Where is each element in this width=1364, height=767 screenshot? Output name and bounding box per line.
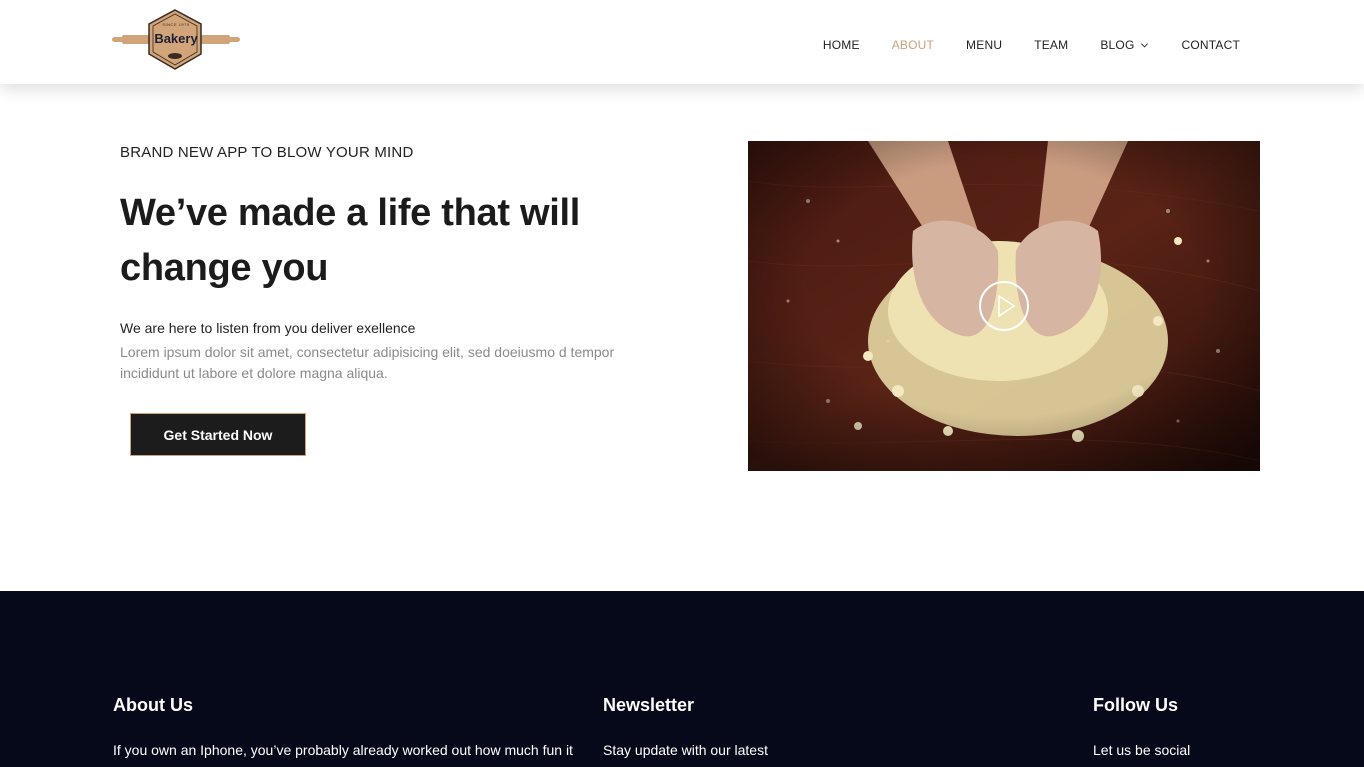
site-footer: About Us If you own an Iphone, you’ve pr… <box>0 591 1364 767</box>
hero-body-text: Lorem ipsum dolor sit amet, consectetur … <box>120 344 615 381</box>
hero-headline: We’ve made a life that will change you <box>120 192 581 289</box>
nav-item-menu[interactable]: MENU <box>966 37 1002 53</box>
footer-newsletter-text: Stay update with our latest <box>603 742 768 758</box>
main-nav: HOME ABOUT MENU TEAM BLOG CONTACT <box>791 37 1240 53</box>
footer-newsletter: Newsletter Stay update with our latest <box>603 693 903 761</box>
nav-item-about[interactable]: ABOUT <box>892 37 934 53</box>
hero-eyebrow: BRAND NEW APP TO BLOW YOUR MIND <box>120 144 414 161</box>
play-icon <box>998 295 1015 317</box>
play-button[interactable] <box>979 281 1029 331</box>
footer-newsletter-title: Newsletter <box>603 695 695 715</box>
hero-subtitle: We are here to listen from you deliver e… <box>120 320 416 336</box>
logo-since-text: SINCE 1979 <box>162 22 190 27</box>
logo-text: Bakery <box>154 31 198 46</box>
footer-about-text: If you own an Iphone, you’ve probably al… <box>113 742 573 767</box>
footer-follow: Follow Us Let us be social <box>1093 693 1293 761</box>
footer-about: About Us If you own an Iphone, you’ve pr… <box>113 693 573 767</box>
footer-follow-text: Let us be social <box>1093 742 1191 758</box>
nav-item-contact[interactable]: CONTACT <box>1181 37 1240 53</box>
footer-follow-title: Follow Us <box>1093 695 1178 715</box>
footer-about-title: About Us <box>113 695 193 715</box>
nav-item-blog-label: BLOG <box>1100 38 1135 52</box>
get-started-button[interactable]: Get Started Now <box>130 413 306 456</box>
bakery-logo[interactable]: SINCE 1979 Bakery <box>112 8 240 72</box>
site-header: SINCE 1979 Bakery HOME ABOUT MENU TEAM B… <box>0 0 1364 84</box>
chevron-down-icon <box>1141 42 1149 48</box>
nav-item-home[interactable]: HOME <box>823 37 860 53</box>
nav-item-team[interactable]: TEAM <box>1034 37 1068 53</box>
video-thumbnail[interactable] <box>748 141 1260 471</box>
nav-item-blog[interactable]: BLOG <box>1100 37 1149 53</box>
